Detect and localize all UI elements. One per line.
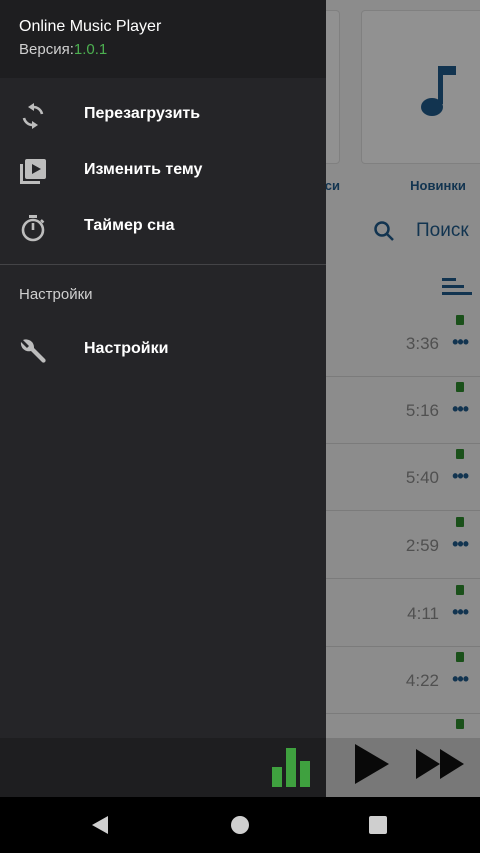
wrench-icon (20, 339, 46, 363)
version-value: 1.0.1 (73, 41, 108, 58)
menu-item-sleep-timer[interactable]: Таймер сна (0, 199, 326, 255)
menu-item-label: Изменить тему (84, 161, 203, 178)
menu-item-label: Перезагрузить (84, 105, 201, 122)
menu-item-settings[interactable]: Настройки (0, 322, 326, 378)
system-navigation-bar (0, 797, 480, 853)
drawer-header: Online Music Player Версия:1.0.1 (0, 0, 326, 78)
app-title: Online Music Player (19, 18, 162, 35)
menu-item-label: Таймер сна (84, 217, 175, 234)
back-icon[interactable] (86, 811, 114, 839)
section-title-settings: Настройки (19, 286, 93, 303)
theme-icon (20, 159, 46, 184)
menu-item-reload[interactable]: Перезагрузить (0, 87, 326, 143)
timer-icon (21, 215, 45, 242)
refresh-icon (22, 103, 44, 129)
version-label: Версия: (19, 41, 74, 58)
home-icon[interactable] (226, 811, 254, 839)
navigation-drawer: Online Music Player Версия:1.0.1 Перезаг… (0, 0, 326, 797)
menu-item-change-theme[interactable]: Изменить тему (0, 143, 326, 199)
equalizer-icon[interactable] (271, 747, 313, 789)
drawer-footer (0, 738, 326, 797)
divider (0, 264, 326, 265)
recents-icon[interactable] (364, 811, 392, 839)
menu-item-label: Настройки (84, 340, 169, 357)
version-info: Версия:1.0.1 (19, 41, 107, 58)
